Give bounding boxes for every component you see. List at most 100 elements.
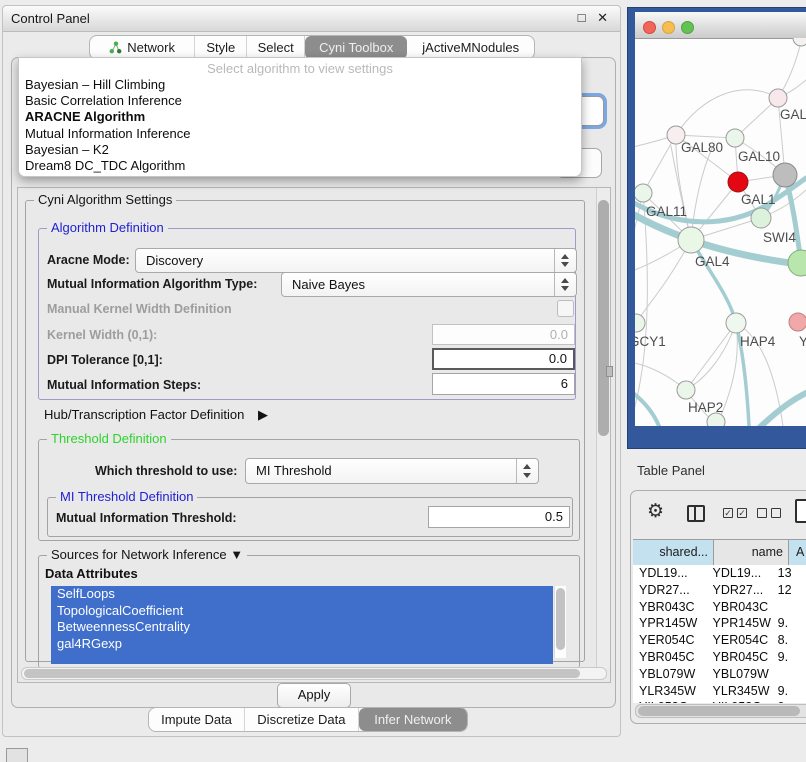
table-cell[interactable]: YPR145W <box>707 615 775 632</box>
checked-box-icon[interactable]: ✓ <box>723 508 733 518</box>
settings-horizontal-scrollbar[interactable] <box>21 667 607 680</box>
minimize-traffic-button[interactable] <box>662 21 675 34</box>
tab-jactivemnodules[interactable]: jActiveMNodules <box>407 36 534 59</box>
column-header-name[interactable]: name <box>714 540 789 565</box>
kernel-width-field[interactable]: 0.0 <box>432 324 575 345</box>
manual-kernel-checkbox[interactable] <box>557 300 574 317</box>
table-cell[interactable]: YBR045C <box>707 649 775 666</box>
table-row[interactable]: YER054CYER054C8. <box>633 632 806 649</box>
table-cell[interactable]: YBL079W <box>633 666 707 683</box>
columns-icon[interactable] <box>687 505 705 522</box>
algorithm-option[interactable]: Basic Correlation Inference <box>25 93 575 109</box>
network-window-titlebar[interactable] <box>635 12 806 39</box>
attribute-item[interactable]: BetweennessCentrality <box>51 619 553 636</box>
collapsed-panel-handle[interactable] <box>6 748 28 762</box>
checked-box-icon[interactable]: ✓ <box>737 508 747 518</box>
network-node[interactable] <box>793 38 806 46</box>
attribute-item[interactable]: gal4RGexp <box>51 636 553 653</box>
table-cell[interactable]: YIL052C <box>707 699 775 703</box>
algorithm-option[interactable]: Dream8 DC_TDC Algorithm <box>25 158 575 174</box>
network-node[interactable] <box>726 313 746 333</box>
table-cell[interactable] <box>775 666 806 683</box>
data-attributes-list[interactable]: SelfLoopsTopologicalCoefficientBetweenne… <box>51 586 553 664</box>
table-cell[interactable]: YDR27... <box>633 582 707 599</box>
which-threshold-combobox[interactable]: MI Threshold <box>245 458 539 484</box>
table-cell[interactable]: YBR043C <box>633 599 707 616</box>
network-node[interactable] <box>751 208 771 228</box>
table-row[interactable]: YBL079WYBL079W <box>633 666 806 683</box>
settings-vertical-scrollbar[interactable] <box>596 188 610 669</box>
table-row[interactable]: YPR145WYPR145W9. <box>633 615 806 632</box>
unchecked-box-icon[interactable] <box>757 508 767 518</box>
page-icon[interactable] <box>795 499 806 523</box>
table-cell[interactable]: 9. <box>775 699 806 703</box>
column-header-shared-name[interactable]: shared... <box>633 540 714 565</box>
network-canvas[interactable]: GALGAL80GAL10GAL1GAL11SWI4GAL4GCY1HAP4YH… <box>635 38 806 426</box>
network-edge[interactable] <box>757 391 806 426</box>
network-node[interactable] <box>788 250 806 276</box>
table-cell[interactable]: YIL052C <box>633 699 707 703</box>
table-cell[interactable] <box>775 599 806 616</box>
table-row[interactable]: YBR045CYBR045C9. <box>633 649 806 666</box>
table-cell[interactable]: YDL19... <box>633 565 707 582</box>
network-view-frame[interactable]: GALGAL80GAL10GAL1GAL11SWI4GAL4GCY1HAP4YH… <box>628 8 806 448</box>
network-node[interactable] <box>773 163 797 187</box>
network-node[interactable] <box>635 184 652 202</box>
tab-select[interactable]: Select <box>247 36 305 59</box>
table-cell[interactable]: YLR345W <box>707 683 775 700</box>
table-cell[interactable]: YBL079W <box>707 666 775 683</box>
table-cell[interactable]: 12 <box>775 582 806 599</box>
table-cell[interactable]: YLR345W <box>633 683 707 700</box>
table-row[interactable]: YIL052CYIL052C9. <box>633 699 806 703</box>
network-node[interactable] <box>726 129 744 147</box>
tab-network[interactable]: Network <box>90 36 195 59</box>
table-cell[interactable]: YBR045C <box>633 649 707 666</box>
gear-icon[interactable]: ⚙ <box>647 500 664 522</box>
algorithm-option[interactable]: Bayesian – Hill Climbing <box>25 77 575 93</box>
apply-button[interactable]: Apply <box>277 683 351 708</box>
tab-discretize-data[interactable]: Discretize Data <box>245 708 359 731</box>
table-cell[interactable]: 9. <box>775 649 806 666</box>
tab-impute-data[interactable]: Impute Data <box>149 708 245 731</box>
table-cell[interactable]: 9. <box>775 683 806 700</box>
column-header-a[interactable]: A <box>789 540 806 565</box>
network-node[interactable] <box>635 314 645 332</box>
table-cell[interactable]: YER054C <box>633 632 707 649</box>
table-cell[interactable]: YPR145W <box>633 615 707 632</box>
table-row[interactable]: YLR345WYLR345W9. <box>633 683 806 700</box>
attribute-item[interactable]: TopologicalCoefficient <box>51 603 553 620</box>
tab-cyni-toolbox[interactable]: Cyni Toolbox <box>305 36 407 59</box>
dpi-tolerance-field[interactable]: 0.0 <box>432 348 575 370</box>
network-node[interactable] <box>678 227 704 253</box>
table-row[interactable]: YDR27...YDR27...12 <box>633 582 806 599</box>
close-icon[interactable]: ✕ <box>597 10 608 25</box>
close-traffic-button[interactable] <box>643 21 656 34</box>
unchecked-box-icon[interactable] <box>771 508 781 518</box>
network-edge[interactable] <box>635 390 659 426</box>
network-node[interactable] <box>677 381 695 399</box>
mi-steps-field[interactable]: 6 <box>432 373 575 395</box>
algorithm-option[interactable]: Bayesian – K2 <box>25 142 575 158</box>
network-node[interactable] <box>769 89 787 107</box>
table-row[interactable]: YDL19...YDL19...13 <box>633 565 806 582</box>
network-edge[interactable] <box>636 240 691 323</box>
network-edge[interactable] <box>686 323 736 390</box>
table-cell[interactable]: 13 <box>775 565 806 582</box>
table-cell[interactable]: 8. <box>775 632 806 649</box>
tab-style[interactable]: Style <box>195 36 247 59</box>
float-icon[interactable]: □ <box>578 10 586 25</box>
aracne-mode-combobox[interactable]: Discovery <box>135 248 577 273</box>
table-horizontal-scrollbar[interactable] <box>635 704 806 718</box>
zoom-traffic-button[interactable] <box>681 21 694 34</box>
network-node[interactable] <box>728 172 748 192</box>
mi-type-combobox[interactable]: Naive Bayes <box>281 272 577 297</box>
table-cell[interactable]: YBR043C <box>707 599 775 616</box>
table-row[interactable]: YBR043CYBR043C <box>633 599 806 616</box>
sources-title[interactable]: Sources for Network Inference ▼ <box>47 547 247 562</box>
table-cell[interactable]: YDL19... <box>707 565 775 582</box>
attributes-list-scrollbar[interactable] <box>554 586 566 658</box>
mi-threshold-field[interactable]: 0.5 <box>428 506 570 528</box>
table-cell[interactable]: 9. <box>775 615 806 632</box>
tab-infer-network[interactable]: Infer Network <box>359 708 467 731</box>
attribute-item[interactable]: SelfLoops <box>51 586 553 603</box>
